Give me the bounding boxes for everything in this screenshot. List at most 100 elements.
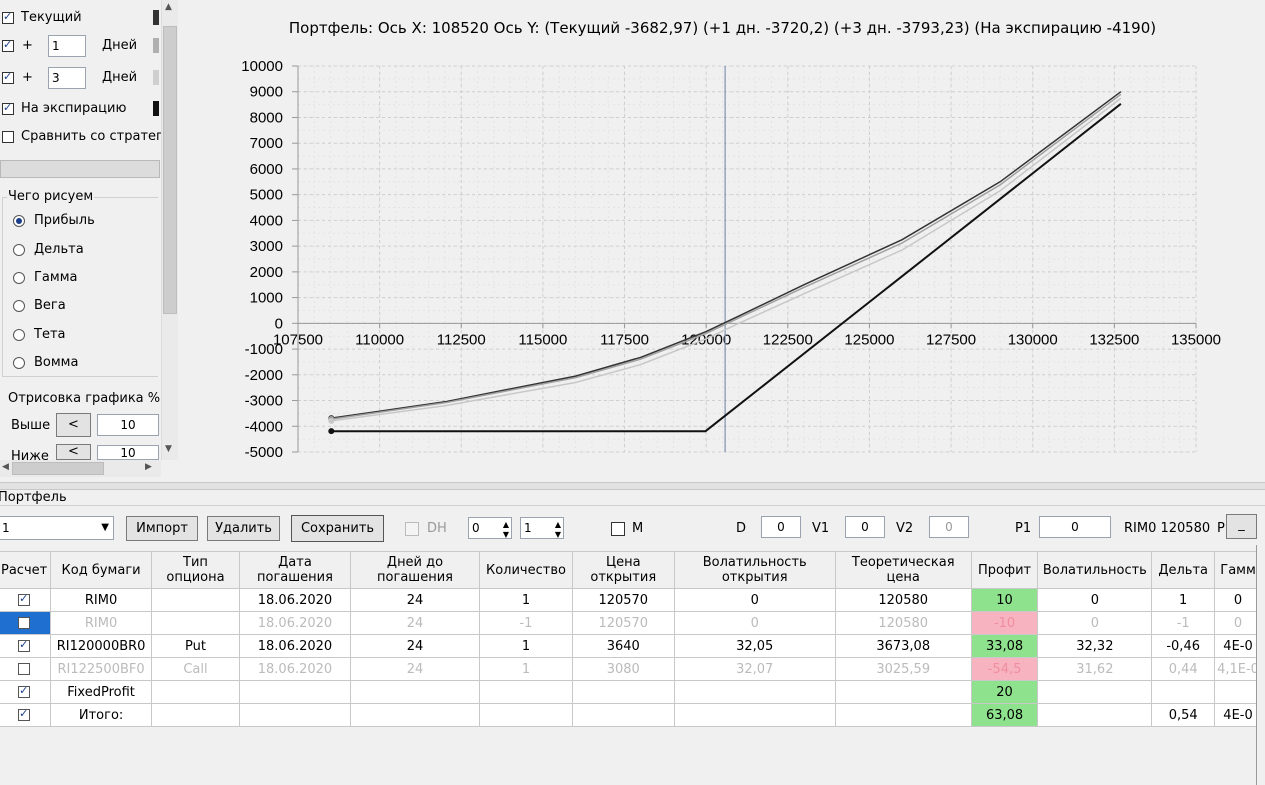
profit-chart[interactable]: Портфель: Ось X: 108520 Ось Y: (Текущий … <box>180 0 1265 482</box>
portfolio-select[interactable]: 1 ▼ <box>0 516 114 540</box>
calc-checkbox[interactable] <box>18 684 31 698</box>
expiry-date-cell[interactable] <box>239 680 351 704</box>
calc-checkbox[interactable] <box>18 707 31 721</box>
delta-cell[interactable]: 1 <box>1151 588 1216 612</box>
calc-cell[interactable] <box>0 703 52 727</box>
col-header-theoretical-price[interactable]: Теоретическая цена <box>834 551 972 589</box>
days-to-expiry-cell[interactable]: 24 <box>349 634 481 658</box>
calc-cell[interactable] <box>0 657 52 681</box>
profit-cell[interactable]: 10 <box>970 588 1039 612</box>
calc-cell[interactable] <box>0 611 52 635</box>
col-header-open-price[interactable]: Цена открытия <box>571 551 675 589</box>
panel-hscroll-thumb[interactable] <box>12 462 104 475</box>
expiry-date-cell[interactable]: 18.06.2020 <box>239 611 351 635</box>
m-checkbox[interactable] <box>611 522 625 536</box>
col-header-code[interactable]: Код бумаги <box>50 551 152 589</box>
d-input[interactable]: 0 <box>761 516 801 538</box>
profit-cell[interactable]: -54,5 <box>970 657 1039 681</box>
theoretical-price-cell[interactable] <box>834 680 972 704</box>
open-price-cell[interactable] <box>571 680 675 704</box>
plus3-checkbox[interactable] <box>2 70 14 84</box>
chart-plot[interactable]: 107500 110000 112500 115000 117500 120000 1225… <box>180 0 1265 482</box>
calc-checkbox[interactable] <box>18 638 31 652</box>
code-cell[interactable]: RIM0 <box>50 588 152 612</box>
days-to-expiry-cell[interactable] <box>349 703 481 727</box>
panel-slider-bar[interactable] <box>0 160 160 178</box>
scroll-left-icon[interactable]: ◀ <box>2 462 9 472</box>
theoretical-price-cell[interactable]: 3025,59 <box>834 657 972 681</box>
calc-checkbox[interactable] <box>18 663 31 675</box>
spin-down-icon[interactable]: ▼ <box>555 525 561 545</box>
gamma-cell[interactable]: 4,1E-0 <box>1214 657 1262 681</box>
save-button[interactable]: Сохранить <box>291 515 384 542</box>
calc-cell[interactable] <box>0 588 52 612</box>
col-header-days-to-expiry[interactable]: Дней до погашения <box>349 551 481 589</box>
table-row[interactable]: RIM018.06.2020241120570012058010010 <box>0 588 1262 612</box>
spinner-1[interactable]: 0 ▲ ▼ <box>468 517 512 539</box>
code-cell[interactable]: FixedProfit <box>50 680 152 704</box>
below-decrease-button[interactable]: < <box>56 444 91 460</box>
panel-scroll-thumb[interactable] <box>163 26 177 314</box>
expiry-date-cell[interactable] <box>239 703 351 727</box>
open-volatility-cell[interactable] <box>673 703 836 727</box>
volatility-cell[interactable]: 32,32 <box>1037 634 1153 658</box>
radio-vomma[interactable] <box>13 357 25 369</box>
v2-input[interactable]: 0 <box>929 516 969 538</box>
col-header-option-type[interactable]: Тип опциона <box>150 551 241 589</box>
current-checkbox[interactable] <box>2 10 14 24</box>
v1-input[interactable]: 0 <box>845 516 885 538</box>
volatility-cell[interactable]: 0 <box>1037 588 1153 612</box>
col-header-quantity[interactable]: Количество <box>479 551 573 589</box>
expiration-color-swatch[interactable] <box>153 101 159 116</box>
days-to-expiry-cell[interactable] <box>349 680 481 704</box>
gamma-cell[interactable] <box>1214 680 1262 704</box>
open-price-cell[interactable]: 3640 <box>571 634 675 658</box>
table-row[interactable]: RI120000BR0Put18.06.2020241364032,053673… <box>0 634 1262 658</box>
gamma-cell[interactable]: 0 <box>1214 611 1262 635</box>
option-type-cell[interactable]: Put <box>150 634 241 658</box>
open-volatility-cell[interactable]: 32,05 <box>673 634 836 658</box>
code-cell[interactable]: Итого: <box>50 703 152 727</box>
days-to-expiry-cell[interactable]: 24 <box>349 611 481 635</box>
volatility-cell[interactable] <box>1037 680 1153 704</box>
code-cell[interactable]: RI122500BF0 <box>50 657 152 681</box>
dh-checkbox[interactable] <box>405 522 419 536</box>
import-button[interactable]: Импорт <box>126 516 198 541</box>
scroll-up-icon[interactable]: ▲ <box>165 2 172 12</box>
volatility-cell[interactable]: 31,62 <box>1037 657 1153 681</box>
expiry-date-cell[interactable]: 18.06.2020 <box>239 634 351 658</box>
theoretical-price-cell[interactable]: 120580 <box>834 611 972 635</box>
days-to-expiry-cell[interactable]: 24 <box>349 588 481 612</box>
spin-down-icon[interactable]: ▼ <box>503 525 509 545</box>
panel-horizontal-scrollbar[interactable]: ◀ ▶ <box>0 460 161 477</box>
option-type-cell[interactable] <box>150 611 241 635</box>
gamma-cell[interactable]: 4E-0 <box>1214 703 1262 727</box>
expiry-date-cell[interactable]: 18.06.2020 <box>239 657 351 681</box>
open-price-cell[interactable]: 120570 <box>571 611 675 635</box>
spinner-2[interactable]: 1 ▲ ▼ <box>520 517 564 539</box>
radio-delta[interactable] <box>13 244 25 256</box>
quantity-cell[interactable]: 1 <box>479 634 573 658</box>
col-header-delta[interactable]: Дельта <box>1151 551 1216 589</box>
chevron-down-icon[interactable]: ▼ <box>101 517 109 539</box>
above-value-input[interactable]: 10 <box>97 414 159 436</box>
theoretical-price-cell[interactable]: 3673,08 <box>834 634 972 658</box>
delta-cell[interactable]: 0,44 <box>1151 657 1216 681</box>
gamma-cell[interactable]: 0 <box>1214 588 1262 612</box>
delta-cell[interactable]: -1 <box>1151 611 1216 635</box>
current-color-swatch[interactable] <box>153 10 159 25</box>
scroll-down-icon[interactable]: ▼ <box>165 444 172 454</box>
below-value-input[interactable]: 10 <box>97 445 159 460</box>
option-type-cell[interactable] <box>150 588 241 612</box>
code-cell[interactable]: RI120000BR0 <box>50 634 152 658</box>
profit-cell[interactable]: 63,08 <box>970 703 1039 727</box>
expiry-date-cell[interactable]: 18.06.2020 <box>239 588 351 612</box>
open-price-cell[interactable]: 120570 <box>571 588 675 612</box>
calc-cell[interactable] <box>0 634 52 658</box>
radio-profit[interactable] <box>13 215 25 227</box>
days-to-expiry-cell[interactable]: 24 <box>349 657 481 681</box>
volatility-cell[interactable] <box>1037 703 1153 727</box>
table-row[interactable]: FixedProfit 20 <box>0 680 1262 704</box>
open-volatility-cell[interactable]: 32,07 <box>673 657 836 681</box>
profit-cell[interactable]: 33,08 <box>970 634 1039 658</box>
